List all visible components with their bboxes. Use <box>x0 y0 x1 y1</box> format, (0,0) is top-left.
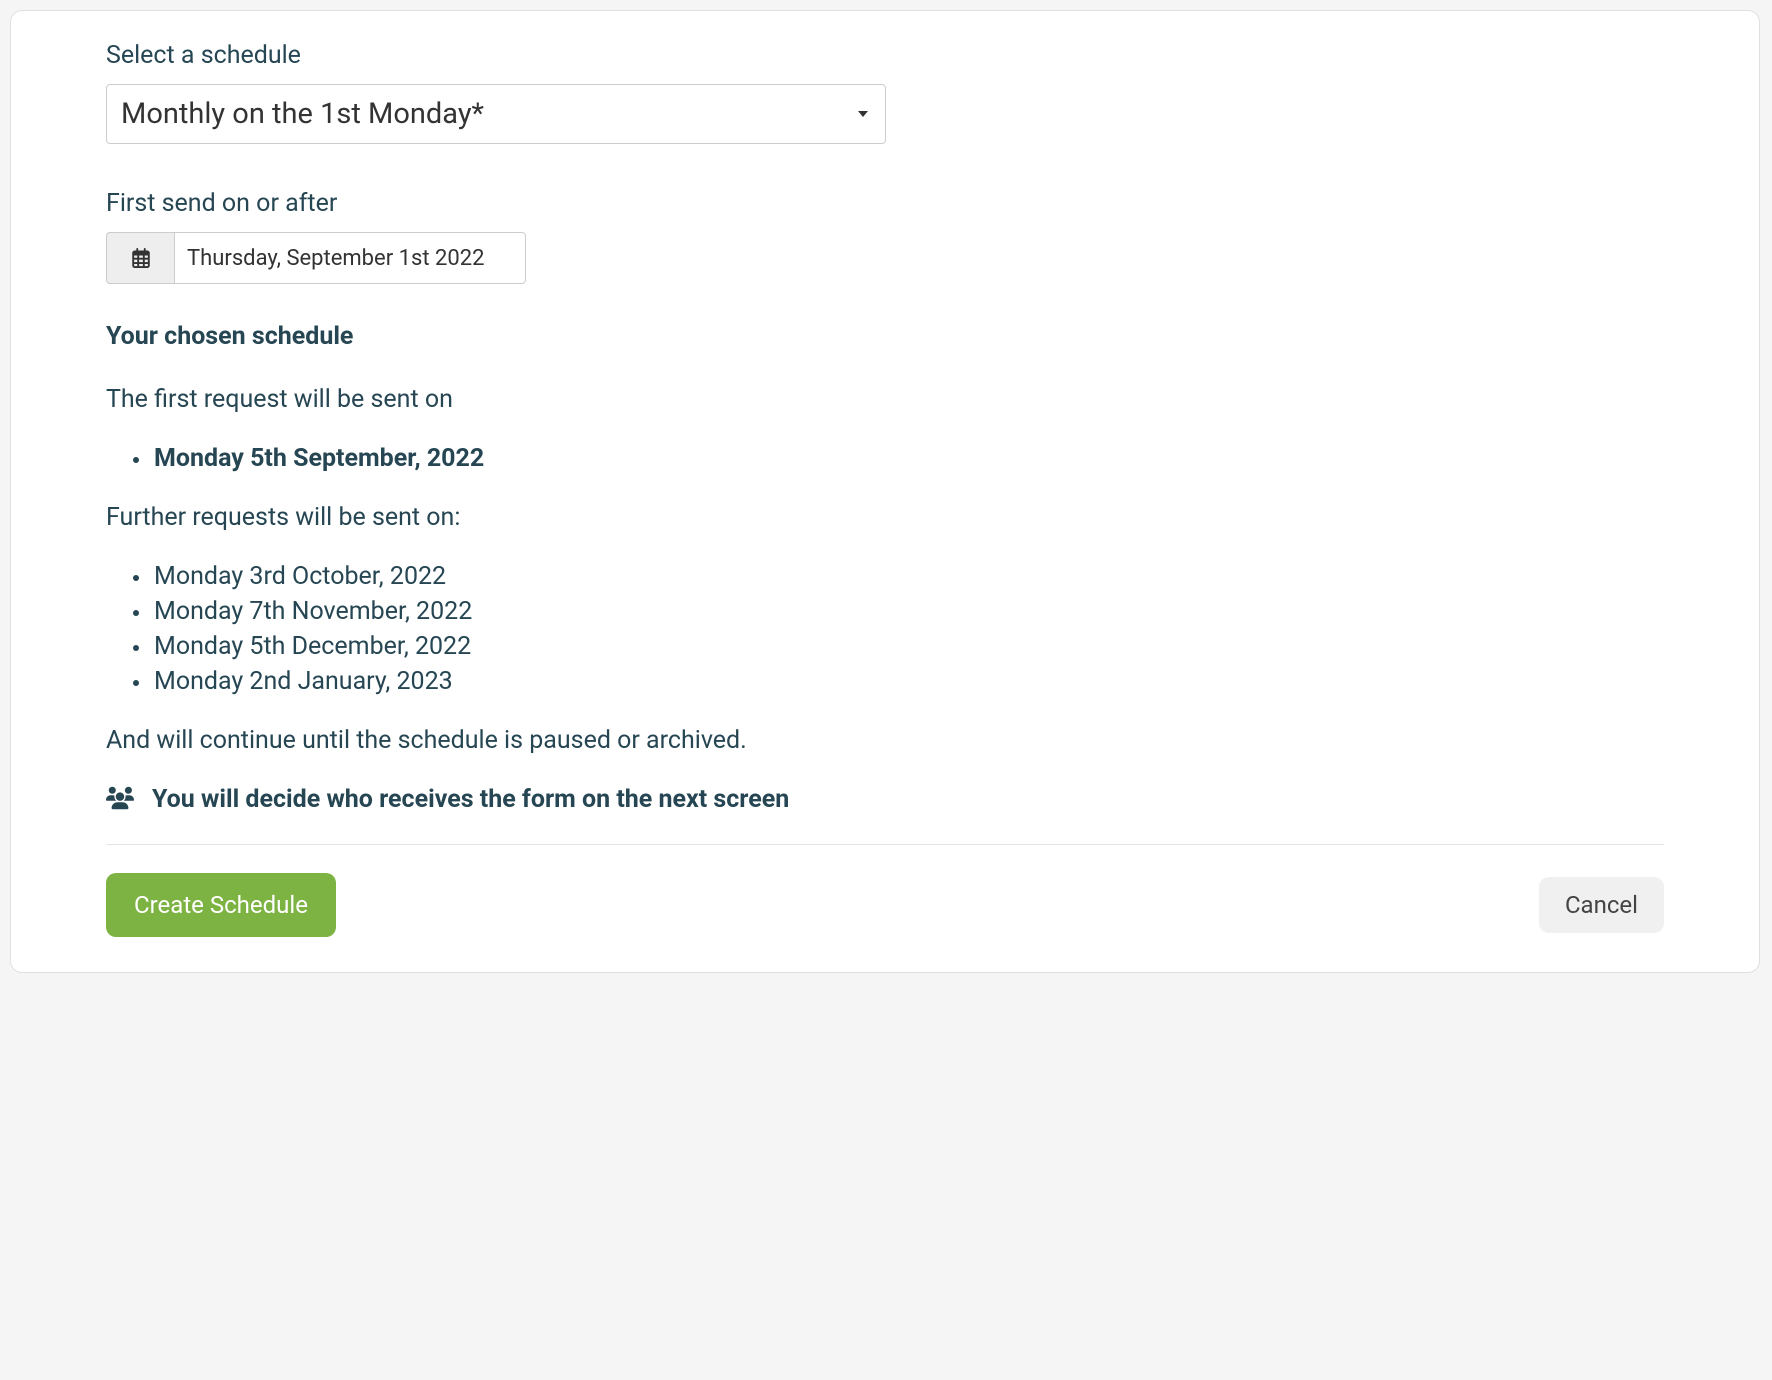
create-schedule-button[interactable]: Create Schedule <box>106 873 336 937</box>
recipients-info-text: You will decide who receives the form on… <box>152 785 789 814</box>
users-icon <box>106 786 134 814</box>
first-send-label: First send on or after <box>106 189 1664 218</box>
button-row: Create Schedule Cancel <box>106 873 1664 937</box>
further-date-item: Monday 2nd January, 2023 <box>152 667 1664 696</box>
recipients-info-row: You will decide who receives the form on… <box>106 785 1664 814</box>
further-requests-text: Further requests will be sent on: <box>106 503 1664 532</box>
schedule-select[interactable]: Monthly on the 1st Monday* <box>106 84 886 144</box>
first-request-date-list: Monday 5th September, 2022 <box>106 444 1664 473</box>
further-date-item: Monday 7th November, 2022 <box>152 597 1664 626</box>
first-request-date: Monday 5th September, 2022 <box>152 444 1664 473</box>
schedule-select-label: Select a schedule <box>106 41 1664 70</box>
schedule-card: Select a schedule Monthly on the 1st Mon… <box>10 10 1760 973</box>
further-dates-list: Monday 3rd October, 2022 Monday 7th Nove… <box>106 562 1664 696</box>
calendar-icon <box>106 232 174 284</box>
card-body: Select a schedule Monthly on the 1st Mon… <box>11 11 1759 972</box>
further-date-item: Monday 3rd October, 2022 <box>152 562 1664 591</box>
further-date-item: Monday 5th December, 2022 <box>152 632 1664 661</box>
divider <box>106 844 1664 845</box>
continue-text: And will continue until the schedule is … <box>106 726 1664 755</box>
cancel-button[interactable]: Cancel <box>1539 877 1664 933</box>
first-send-date-input[interactable]: Thursday, September 1st 2022 <box>106 232 526 284</box>
chosen-schedule-heading: Your chosen schedule <box>106 322 1664 351</box>
first-request-text: The first request will be sent on <box>106 385 1664 414</box>
first-send-date-value: Thursday, September 1st 2022 <box>174 232 526 284</box>
schedule-select-value: Monthly on the 1st Monday* <box>106 84 886 144</box>
